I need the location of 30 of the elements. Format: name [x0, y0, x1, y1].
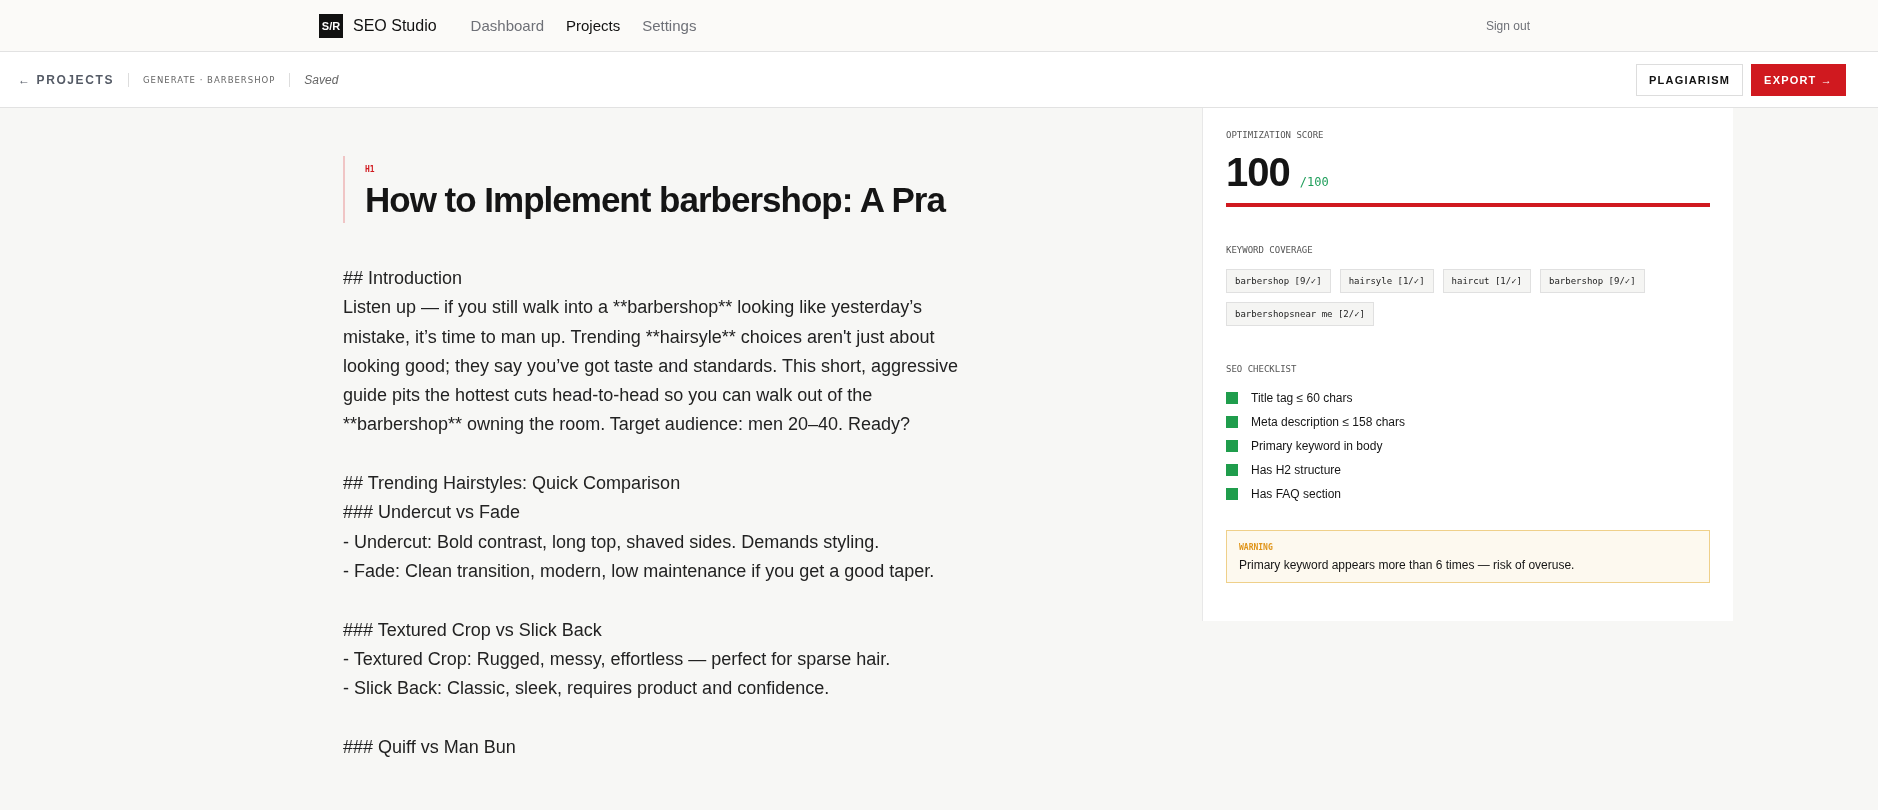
checklist-item: Meta description ≤ 158 chars	[1251, 415, 1405, 429]
nav-tab[interactable]: Dashboard	[470, 17, 544, 34]
section-label: KEYWORD COVERAGE	[1226, 245, 1314, 255]
nav-tab[interactable]: Settings	[642, 17, 697, 34]
section-label: SEO CHECKLIST	[1226, 364, 1298, 374]
checklist-item: Primary keyword in body	[1251, 439, 1383, 453]
keyword-chip: hairsyle [1/✓]	[1339, 269, 1434, 293]
checklist-item: Has H2 structure	[1251, 463, 1342, 477]
checklist-item: Title tag ≤ 60 chars	[1251, 391, 1353, 405]
plagiarism-button[interactable]: PLAGIARISM	[1636, 63, 1744, 96]
keyword-chip: barbershop [9/✓]	[1540, 269, 1645, 293]
warning-label: WARNING	[1239, 543, 1274, 552]
article-title[interactable]: How to Implement barbershop: A Pra	[365, 180, 993, 220]
brand-name[interactable]: SEO Studio	[353, 16, 437, 35]
sign-out-link[interactable]: Sign out	[1485, 18, 1530, 33]
section-label: OPTIMIZATION SCORE	[1226, 130, 1325, 140]
breadcrumb: GENERATE · BARBERSHOP	[143, 74, 276, 85]
export-button[interactable]: EXPORT →	[1751, 63, 1846, 96]
checklist-item: Has FAQ section	[1251, 487, 1342, 501]
score-max: /100	[1299, 175, 1329, 189]
keyword-chip: barbershopsnear me [2/✓]	[1226, 302, 1375, 326]
warning-message: Primary keyword appears more than 6 times — risk of overuse.	[1239, 558, 1576, 572]
heading-tag: H1	[365, 165, 993, 174]
nav-tab[interactable]: Projects	[566, 17, 621, 34]
score-value: 100	[1226, 150, 1290, 195]
save-status: Saved	[304, 72, 339, 87]
keyword-chip: barbershop [9/✓]	[1226, 269, 1331, 293]
back-link[interactable]: ← PROJECTS	[18, 72, 114, 87]
keyword-chip: haircut [1/✓]	[1442, 269, 1531, 293]
logo[interactable]: S/R	[319, 13, 343, 38]
